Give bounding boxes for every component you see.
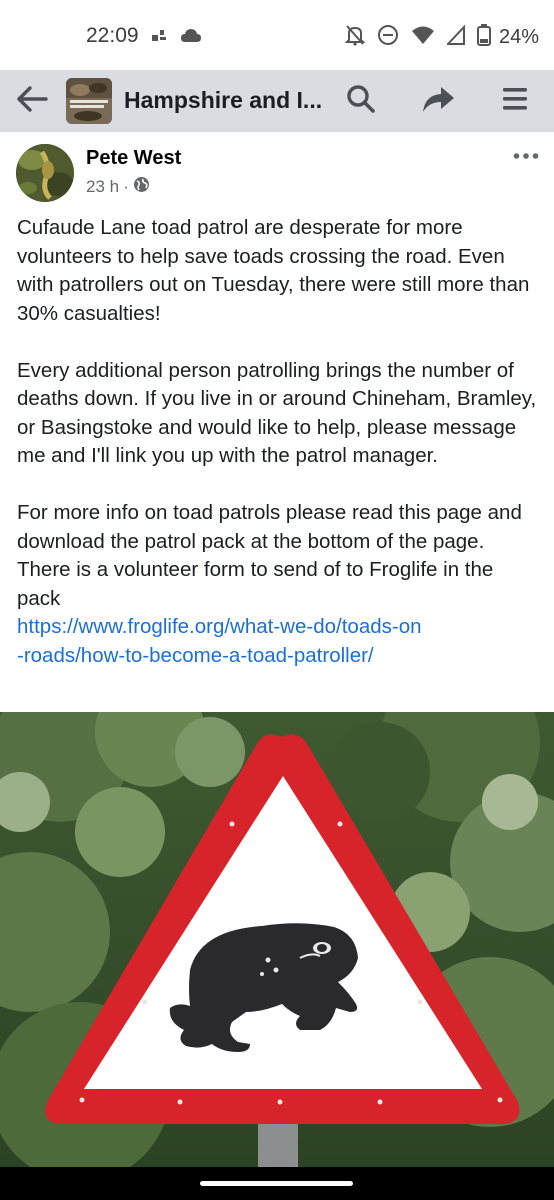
wifi-icon [411, 25, 435, 50]
link-line: https://www.froglife.org/what-we-do/toad… [17, 615, 422, 638]
status-bar: 22:09 24% [0, 0, 554, 70]
menu-icon [502, 87, 528, 116]
avatar[interactable] [16, 144, 74, 202]
more-options-icon [513, 147, 539, 165]
search-icon [346, 84, 376, 119]
bell-off-icon [344, 24, 366, 51]
globe-icon [133, 176, 150, 198]
post-photo[interactable] [0, 712, 554, 1167]
post-author[interactable]: Pete West [86, 147, 181, 170]
battery-percentage: 24% [499, 26, 540, 48]
post-paragraph-text: For more info on toad patrols please rea… [17, 501, 522, 610]
share-icon [421, 85, 455, 118]
search-button[interactable] [343, 84, 379, 118]
post-meta: 23 h · [86, 176, 150, 198]
post-time[interactable]: 23 h [86, 177, 119, 197]
share-button[interactable] [420, 84, 456, 118]
post-paragraph: Cufaude Lane toad patrol are desperate f… [17, 216, 530, 325]
back-button[interactable] [14, 84, 50, 118]
post-paragraph: For more info on toad patrols please rea… [17, 499, 542, 670]
group-name[interactable]: Hampshire and I... [124, 87, 322, 114]
meta-separator: · [123, 177, 129, 196]
signal-icon [445, 24, 465, 50]
navigation-bar [0, 1167, 554, 1200]
post-paragraph: Every additional person patrolling bring… [17, 358, 537, 468]
group-thumbnail[interactable] [66, 78, 112, 124]
menu-button[interactable] [497, 84, 533, 118]
battery-icon [477, 24, 491, 51]
home-indicator[interactable] [200, 1181, 353, 1186]
group-header: Hampshire and I... [0, 70, 554, 132]
do-not-disturb-icon [377, 24, 399, 51]
link-line: -roads/how-to-become-a-toad-patroller/ [17, 643, 374, 667]
post-options-button[interactable] [510, 148, 542, 164]
cloud-icon [180, 28, 202, 49]
froglife-link[interactable]: https://www.froglife.org/what-we-do/toad… [17, 613, 542, 670]
status-time: 22:09 [86, 24, 139, 47]
post-body: Cufaude Lane toad patrol are desperate f… [17, 214, 542, 670]
network-swap-icon [150, 26, 170, 51]
back-arrow-icon [16, 85, 48, 118]
